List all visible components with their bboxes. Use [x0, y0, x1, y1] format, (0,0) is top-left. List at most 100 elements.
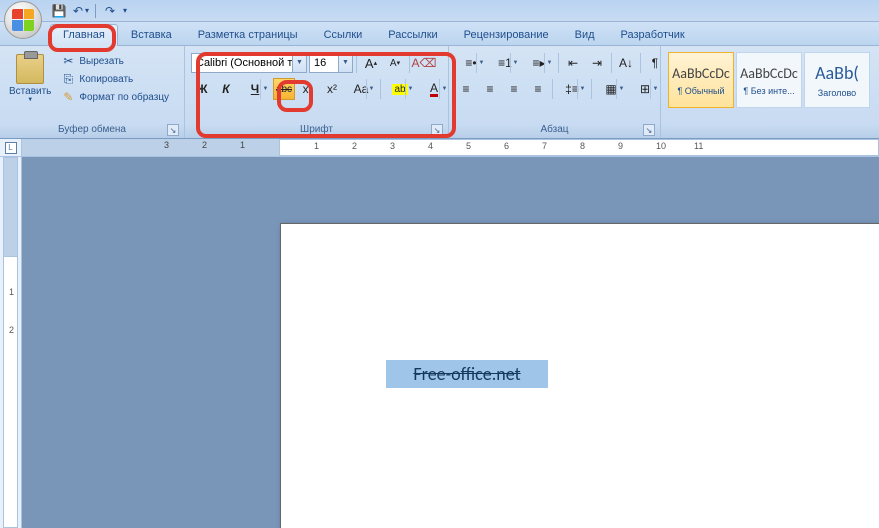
clipboard-dialog-launcher[interactable]: ↘ [167, 124, 179, 136]
chevron-down-icon[interactable]: ▼ [338, 54, 352, 72]
separator [552, 79, 553, 99]
group-paragraph: ≡•▼ ≡1▼ ≡▸▼ ⇤ ⇥ A↓ ¶ ≡ ≡ ≡ ≡ [449, 46, 661, 138]
pilcrow-icon: ¶ [652, 56, 658, 70]
qat-save-button[interactable]: 💾 [49, 2, 69, 20]
chevron-down-icon[interactable]: ▾ [85, 6, 89, 15]
chevron-down-icon[interactable]: ▼ [366, 79, 376, 99]
horizontal-ruler[interactable]: 1 2 3 4 5 6 7 8 9 10 11 [280, 139, 879, 156]
strikethrough-button[interactable]: abc [273, 78, 295, 100]
chevron-down-icon[interactable]: ▼ [476, 53, 486, 73]
ruler-mark: 10 [656, 141, 666, 151]
separator [356, 53, 357, 73]
borders-button[interactable]: ⊞▼ [629, 78, 661, 100]
copy-button[interactable]: ⎘Копировать [59, 70, 171, 88]
superscript-button[interactable]: x² [321, 78, 343, 100]
font-size-combo[interactable]: 16▼ [309, 53, 353, 73]
vertical-ruler[interactable]: 1 2 [0, 157, 22, 528]
chevron-down-icon[interactable]: ▼ [616, 79, 626, 99]
ruler-mark: 2 [352, 141, 357, 151]
align-right-button[interactable]: ≡ [503, 78, 525, 100]
grow-font-icon: A [365, 56, 374, 71]
ruler-mark: 7 [542, 141, 547, 151]
document-canvas[interactable]: Free-office.net FREE-OFFICE.NET [22, 157, 879, 528]
cut-label: Вырезать [79, 56, 123, 67]
chevron-down-icon[interactable]: ▼ [292, 54, 306, 72]
office-button[interactable] [4, 1, 42, 39]
paste-button[interactable]: Вставить ▼ [3, 50, 57, 107]
bullets-button[interactable]: ≡•▼ [455, 52, 487, 74]
justify-button[interactable]: ≡ [527, 78, 549, 100]
chevron-down-icon[interactable]: ▼ [544, 53, 554, 73]
qat-undo-button[interactable]: ↶▾ [71, 2, 91, 20]
outdent-icon: ⇤ [568, 56, 578, 70]
font-name-combo[interactable]: Calibri (Основной те▼ [191, 53, 307, 73]
tab-page-layout[interactable]: Разметка страницы [185, 24, 311, 45]
decrease-indent-button[interactable]: ⇤ [562, 52, 584, 74]
document-area: 1 2 Free-office.net FREE-OFFICE.NET [0, 157, 879, 528]
tab-developer[interactable]: Разработчик [608, 24, 698, 45]
tab-home[interactable]: Главная [50, 24, 118, 46]
text-selection[interactable]: Free-office.net [386, 360, 548, 388]
tab-selector[interactable]: L [0, 139, 22, 156]
style-no-spacing[interactable]: AaBbCcDc ¶ Без инте... [736, 52, 802, 108]
tab-references[interactable]: Ссылки [311, 24, 376, 45]
font-dialog-launcher[interactable]: ↘ [431, 124, 443, 136]
change-case-button[interactable]: Aa▼ [345, 78, 377, 100]
tab-view[interactable]: Вид [562, 24, 608, 45]
bold-button[interactable]: Ж [191, 78, 213, 100]
clear-formatting-button[interactable]: A⌫ [413, 52, 435, 74]
chevron-down-icon[interactable]: ▼ [577, 79, 587, 99]
ruler-mark: 3 [164, 140, 169, 150]
font-color-button[interactable]: A▼ [418, 78, 450, 100]
borders-icon: ⊞ [640, 82, 650, 96]
eraser-icon: A⌫ [412, 56, 437, 70]
underline-button[interactable]: Ч▼ [239, 78, 271, 100]
font-color-icon: A [430, 82, 438, 97]
ruler-margin-left[interactable]: 3 2 1 [22, 139, 280, 156]
align-center-button[interactable]: ≡ [479, 78, 501, 100]
tab-review[interactable]: Рецензирование [451, 24, 562, 45]
separator [591, 79, 592, 99]
watermark: FREE-OFFICE.NET [693, 496, 865, 520]
highlight-color-button[interactable]: ab▼ [384, 78, 416, 100]
paragraph-dialog-launcher[interactable]: ↘ [643, 124, 655, 136]
document-page[interactable]: Free-office.net [280, 223, 879, 528]
justify-icon: ≡ [534, 82, 541, 96]
format-painter-button[interactable]: ✎Формат по образцу [59, 88, 171, 106]
chevron-down-icon[interactable]: ▼ [27, 97, 33, 103]
italic-icon: К [222, 82, 229, 96]
line-spacing-button[interactable]: ‡≡▼ [556, 78, 588, 100]
style-name-label: Заголово [805, 88, 869, 98]
qat-customize-dropdown[interactable]: ▾ [123, 6, 127, 15]
shading-button[interactable]: ▦▼ [595, 78, 627, 100]
group-font: Calibri (Основной те▼ 16▼ A▴ A▾ A⌫ Ж К Ч… [185, 46, 449, 138]
chevron-down-icon[interactable]: ▼ [650, 79, 660, 99]
shrink-font-button[interactable]: A▾ [384, 52, 406, 74]
sort-button[interactable]: A↓ [615, 52, 637, 74]
cut-button[interactable]: ✂Вырезать [59, 52, 171, 70]
increase-indent-button[interactable]: ⇥ [586, 52, 608, 74]
numbering-button[interactable]: ≡1▼ [489, 52, 521, 74]
vertical-ruler-body: 1 2 [3, 257, 18, 528]
paste-label: Вставить [9, 86, 51, 97]
undo-icon: ↶ [73, 4, 83, 18]
style-normal[interactable]: AaBbCcDc ¶ Обычный [668, 52, 734, 108]
tab-mailings[interactable]: Рассылки [375, 24, 450, 45]
chevron-down-icon[interactable]: ▼ [260, 79, 270, 99]
ruler-mark: 1 [314, 141, 319, 151]
multilevel-list-button[interactable]: ≡▸▼ [523, 52, 555, 74]
chevron-down-icon[interactable]: ▼ [405, 79, 415, 99]
separator [380, 79, 381, 99]
style-heading1[interactable]: AaBb( Заголово [804, 52, 870, 108]
grow-font-button[interactable]: A▴ [360, 52, 382, 74]
chevron-down-icon[interactable]: ▼ [510, 53, 520, 73]
chevron-down-icon[interactable]: ▼ [439, 79, 449, 99]
italic-button[interactable]: К [215, 78, 237, 100]
tab-insert[interactable]: Вставка [118, 24, 185, 45]
qat-redo-button[interactable]: ↷ [100, 2, 120, 20]
subscript-button[interactable]: x₂ [297, 78, 319, 100]
align-left-button[interactable]: ≡ [455, 78, 477, 100]
ribbon: Вставить ▼ ✂Вырезать ⎘Копировать ✎Формат… [0, 46, 879, 139]
shading-icon: ▦ [605, 82, 616, 96]
ruler-mark: 6 [504, 141, 509, 151]
